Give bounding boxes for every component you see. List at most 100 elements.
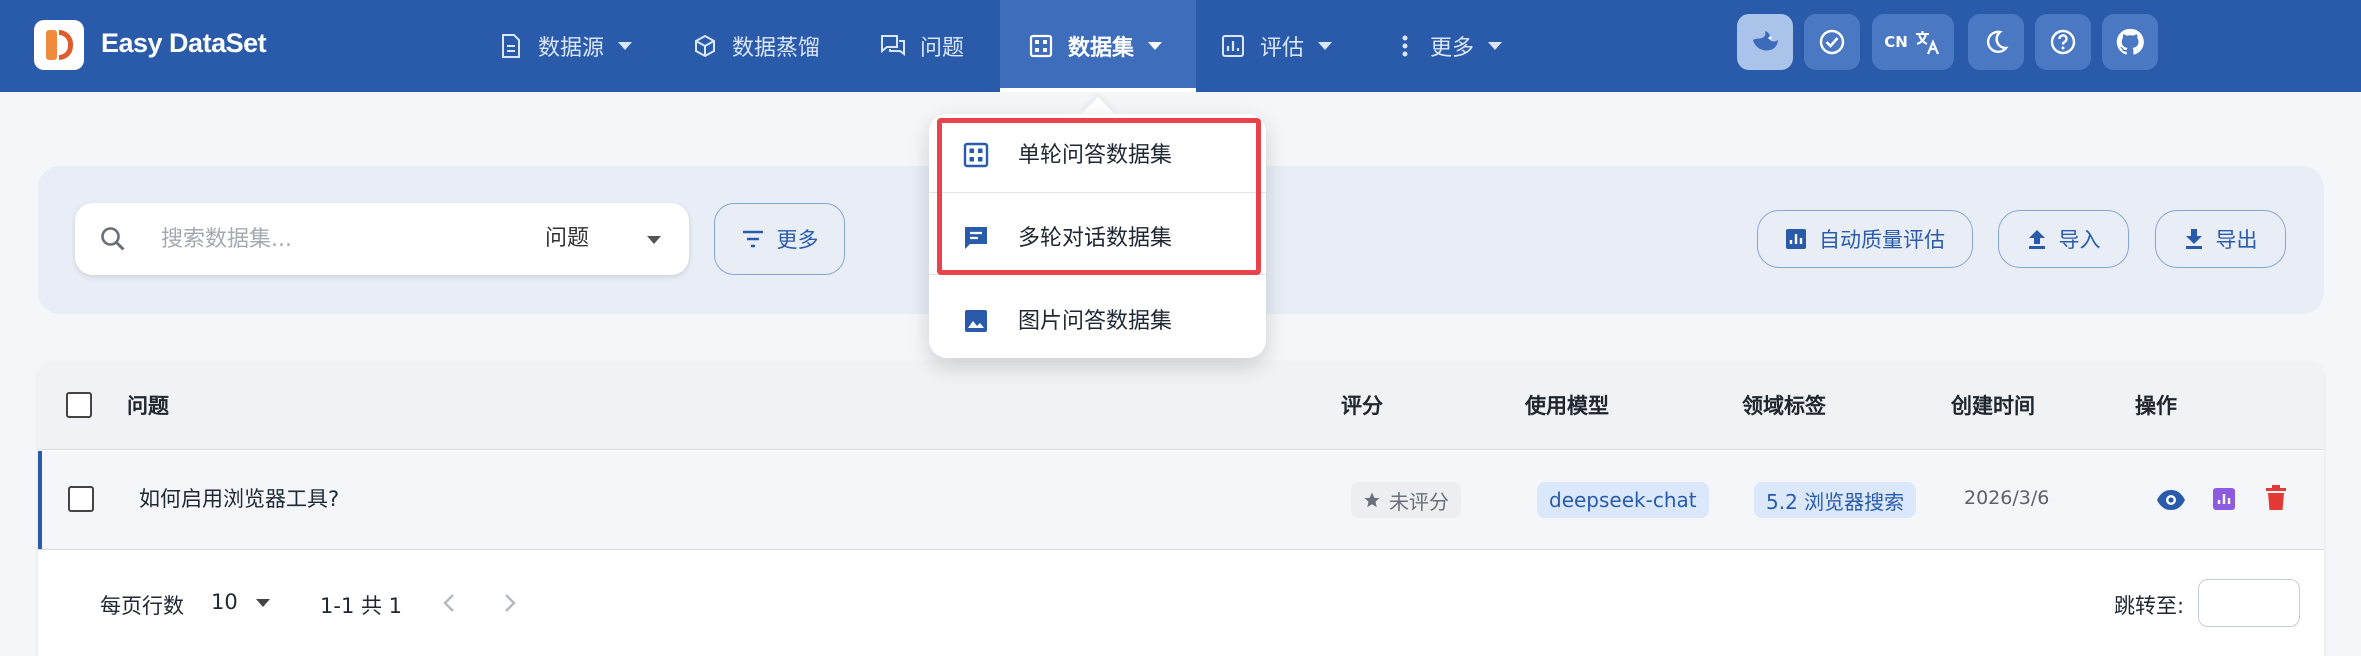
nav-label: 更多 (1430, 36, 1475, 61)
menu-divider (929, 274, 1266, 275)
header-ops: 操作 (2135, 394, 2177, 418)
help-button[interactable] (2035, 14, 2091, 70)
language-code: CN (1884, 33, 1908, 51)
grid-icon (963, 142, 989, 174)
chevron-down-icon (618, 42, 633, 50)
more-filter-label: 更多 (776, 228, 819, 252)
help-icon (2050, 29, 2076, 55)
header-tag[interactable]: 领域标签 (1742, 390, 1826, 420)
prev-page-icon[interactable] (442, 592, 456, 614)
next-page-icon[interactable] (503, 592, 517, 614)
menu-item-label: 单轮问答数据集 (1018, 143, 1173, 168)
bar-chart-icon (1785, 228, 1807, 250)
row-selected-indicator (38, 451, 42, 549)
search-box: 问题 (75, 203, 689, 275)
nav-distill[interactable]: 数据蒸馏 (692, 0, 820, 92)
bar-chart-icon (1220, 33, 1246, 59)
whale-icon (1753, 31, 1778, 51)
file-icon (498, 33, 524, 59)
table-header: 问题 评分 使用模型 领域标签 创建时间 操作 (38, 362, 2324, 450)
theme-toggle-button[interactable] (1968, 14, 2024, 70)
github-button[interactable] (2102, 14, 2158, 70)
delete-icon[interactable] (2265, 485, 2287, 511)
header-score[interactable]: 评分 (1341, 390, 1383, 420)
download-icon (2184, 228, 2204, 250)
nav-questions[interactable]: 问题 (880, 0, 964, 92)
row-checkbox[interactable] (68, 486, 94, 512)
export-button[interactable]: 导出 (2155, 210, 2286, 268)
jump-to-input[interactable] (2198, 579, 2300, 627)
language-button[interactable]: CN (1872, 14, 1954, 70)
nav-label: 数据蒸馏 (732, 36, 821, 61)
export-label: 导出 (2215, 228, 2258, 252)
search-field-select[interactable]: 问题 (545, 221, 675, 257)
nav-label: 问题 (920, 36, 965, 61)
chevron-down-icon (1148, 42, 1163, 50)
search-input[interactable] (161, 221, 491, 257)
model-switch-button[interactable] (1737, 14, 1793, 70)
active-indicator (1000, 88, 1196, 92)
rows-per-page-select[interactable]: 10 (211, 590, 271, 614)
search-field-value: 问题 (545, 226, 590, 251)
app-logo[interactable] (34, 20, 84, 70)
more-vertical-icon (1398, 33, 1412, 59)
cube-icon (692, 33, 718, 59)
chevron-down-icon (1318, 42, 1333, 50)
top-bar: Easy DataSet 数据源 数据蒸馏 问题 数据集 评估 更多 CN (0, 0, 2361, 92)
dataset-table: 问题 评分 使用模型 领域标签 创建时间 操作 如何启用浏览器工具? 未评分 d… (38, 362, 2324, 656)
menu-item-label: 图片问答数据集 (1018, 309, 1173, 334)
import-button[interactable]: 导入 (1998, 210, 2129, 268)
evaluate-icon[interactable] (2212, 487, 2236, 511)
chevron-down-icon (256, 599, 271, 607)
auto-eval-label: 自动质量评估 (1819, 228, 1945, 252)
score-label: 未评分 (1389, 489, 1449, 514)
nav-more[interactable]: 更多 (1398, 0, 1503, 92)
page-range: 1-1 共 1 (320, 594, 403, 618)
grid-icon (1028, 33, 1054, 59)
star-icon (1364, 492, 1380, 508)
dataset-type-menu: 单轮问答数据集 多轮对话数据集 图片问答数据集 (929, 114, 1266, 358)
rows-per-page-label: 每页行数 (100, 594, 184, 618)
nav-label: 评估 (1260, 36, 1305, 61)
rows-per-page-value: 10 (211, 590, 238, 614)
more-filter-button[interactable]: 更多 (714, 203, 845, 275)
header-model[interactable]: 使用模型 (1525, 390, 1609, 420)
nav-evaluation[interactable]: 评估 (1220, 0, 1333, 92)
image-icon (963, 308, 989, 340)
menu-divider (929, 192, 1266, 193)
search-icon (101, 227, 125, 251)
check-circle-icon (1819, 29, 1845, 55)
moon-icon (1986, 30, 2009, 53)
task-check-button[interactable] (1804, 14, 1860, 70)
tag-chip: 5.2 浏览器搜索 (1754, 482, 1917, 518)
import-label: 导入 (2058, 228, 2101, 252)
menu-item-multi-turn[interactable]: 多轮对话数据集 (929, 197, 1266, 281)
jump-to-label: 跳转至: (2114, 594, 2185, 618)
auto-eval-button[interactable]: 自动质量评估 (1757, 210, 1973, 268)
table-row[interactable]: 如何启用浏览器工具? 未评分 deepseek-chat 5.2 浏览器搜索 2… (38, 451, 2324, 550)
menu-item-image-qa[interactable]: 图片问答数据集 (929, 280, 1266, 364)
menu-item-label: 多轮对话数据集 (1018, 226, 1173, 251)
upload-icon (2027, 228, 2047, 250)
github-icon (2116, 28, 2144, 55)
model-chip: deepseek-chat (1537, 482, 1709, 518)
nav-label: 数据源 (538, 36, 605, 61)
nav-datasets[interactable]: 数据集 (1000, 0, 1196, 92)
header-question[interactable]: 问题 (127, 390, 169, 420)
chat-bubble-icon (963, 225, 989, 257)
score-badge: 未评分 (1351, 482, 1461, 518)
chevron-down-icon (647, 236, 661, 244)
nav-data-source[interactable]: 数据源 (498, 0, 633, 92)
chevron-down-icon (1488, 42, 1503, 50)
chat-icon (880, 33, 906, 59)
header-created[interactable]: 创建时间 (1951, 390, 2035, 420)
nav-label: 数据集 (1068, 36, 1135, 61)
select-all-checkbox[interactable] (66, 392, 92, 418)
translate-icon (1915, 31, 1939, 55)
row-question[interactable]: 如何启用浏览器工具? (139, 483, 339, 513)
menu-item-single-qa[interactable]: 单轮问答数据集 (929, 114, 1266, 198)
row-created: 2026/3/6 (1964, 487, 2050, 509)
pagination-bar: 每页行数 10 1-1 共 1 跳转至: (38, 552, 2324, 656)
app-title[interactable]: Easy DataSet (101, 26, 267, 60)
view-icon[interactable] (2156, 489, 2186, 511)
